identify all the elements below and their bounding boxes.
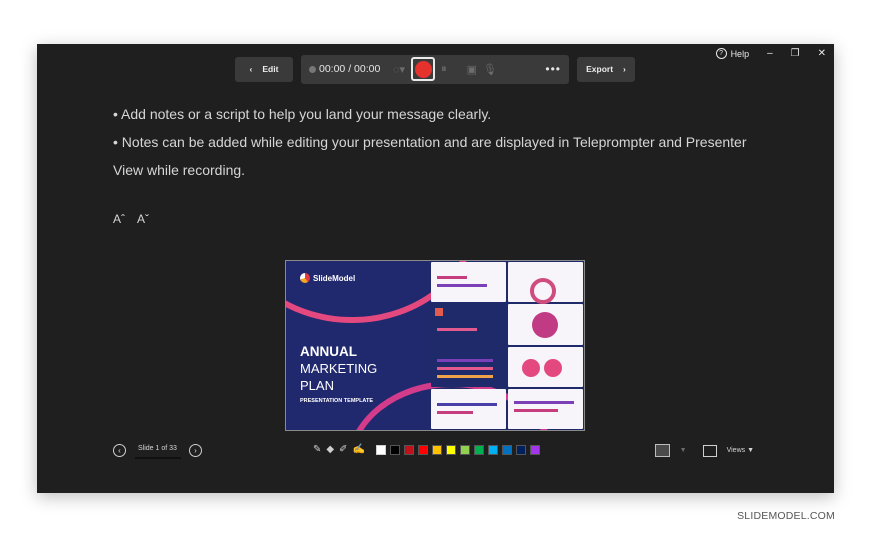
thumb-bar — [437, 284, 487, 287]
ink-color-swatch[interactable] — [403, 444, 414, 455]
eraser-icon[interactable]: ◆ — [326, 444, 334, 455]
font-size-controls: Aˆ Aˇ — [113, 212, 149, 226]
mic-off-icon[interactable]: 🎙 — [483, 63, 497, 76]
thumb-circle — [530, 278, 556, 304]
export-button[interactable]: Export › — [577, 56, 635, 82]
export-label: Export — [586, 64, 614, 74]
edit-label: Edit — [262, 64, 279, 74]
thumb-circle — [532, 312, 558, 339]
pause-icon[interactable]: ⏸ — [441, 63, 447, 76]
slide-counter-text: Slide 1 of 33 — [138, 445, 177, 452]
thumb-bar — [437, 358, 493, 362]
ink-color-swatch[interactable] — [473, 444, 484, 455]
notes-line: • Add notes or a script to help you land… — [113, 106, 492, 122]
timer: 00:00 / 00:00 — [309, 63, 387, 75]
ink-color-swatch[interactable] — [431, 444, 442, 455]
ink-color-swatch[interactable] — [389, 444, 400, 455]
logo-icon — [300, 273, 310, 283]
thumbnail — [508, 346, 583, 387]
thumb-bar — [514, 400, 574, 404]
slide-preview: SlideModel ANNUAL MARKETING PLAN PRESENT… — [285, 260, 585, 431]
thumb-bar — [514, 408, 558, 412]
pen-icon[interactable]: ✎ — [313, 444, 321, 455]
laser-pen-icon[interactable]: ✐ — [339, 444, 347, 455]
record-icon — [414, 60, 432, 78]
camera-icon[interactable] — [654, 444, 670, 457]
title-line: MARKETING — [300, 361, 378, 376]
slide-counter: Slide 1 of 33 — [135, 445, 181, 459]
record-controls: 00:00 / 00:00 ◌▾ ⏸ ▣ 🎙 ••• — [301, 54, 569, 84]
thumbnail — [431, 388, 506, 429]
ink-color-swatch[interactable] — [515, 444, 526, 455]
thumb-bar — [437, 410, 473, 414]
chevron-left-icon: ‹ — [249, 64, 253, 74]
ink-color-swatch[interactable] — [459, 444, 470, 455]
chevron-down-icon[interactable]: ▼ — [680, 447, 687, 454]
previous-slide-button[interactable]: ‹ — [113, 444, 126, 457]
slidemodel-logo: SlideModel — [300, 273, 355, 283]
thumb-badge — [435, 308, 443, 317]
brand-watermark: SLIDEMODEL.COM — [737, 510, 835, 522]
thumbnail — [508, 262, 583, 304]
title-line: ANNUAL — [300, 344, 357, 359]
title-line: PLAN — [300, 378, 334, 393]
logo-text: SlideModel — [313, 273, 356, 283]
chevron-right-icon: › — [623, 64, 626, 74]
help-button[interactable]: ? Help — [715, 48, 750, 59]
help-icon: ? — [715, 48, 727, 59]
ink-color-swatch[interactable] — [445, 444, 456, 455]
camera-off-icon[interactable]: ▣ — [467, 63, 477, 76]
recording-toolbar: ‹ Edit 00:00 / 00:00 ◌▾ ⏸ ▣ 🎙 ••• Export… — [235, 54, 635, 84]
ink-color-swatch[interactable] — [375, 444, 386, 455]
slide-navigation: ‹ Slide 1 of 33 › — [113, 444, 202, 459]
thumb-bar — [437, 328, 477, 332]
edit-button[interactable]: ‹ Edit — [235, 56, 293, 82]
ink-color-swatch[interactable] — [529, 444, 540, 455]
timer-value: 00:00 / 00:00 — [319, 63, 381, 75]
notes-line: • Notes can be added while editing your … — [113, 134, 747, 178]
ink-color-swatch[interactable] — [501, 444, 512, 455]
ink-color-palette — [375, 444, 540, 455]
notes-text: • Add notes or a script to help you land… — [113, 100, 763, 184]
progress-line — [135, 457, 181, 459]
close-button[interactable]: ✕ — [818, 48, 826, 59]
help-label: Help — [730, 48, 750, 59]
thumb-bar — [437, 366, 493, 370]
thumbnail — [508, 388, 583, 429]
slide-cover: SlideModel ANNUAL MARKETING PLAN PRESENT… — [286, 261, 558, 430]
view-controls: ▼ Views ▼ — [654, 444, 754, 457]
highlighter-icon[interactable]: ✍ — [352, 444, 364, 455]
ink-tools: ✎ ◆ ✐ ✍ — [313, 444, 540, 455]
more-icon[interactable]: ••• — [545, 62, 561, 76]
thumbnail — [508, 304, 583, 345]
thumb-bar — [437, 276, 467, 279]
views-icon[interactable] — [702, 444, 717, 457]
thumb-bar — [437, 402, 497, 406]
slide-title: ANNUAL MARKETING PLAN — [300, 343, 377, 394]
next-slide-button[interactable]: › — [188, 444, 202, 457]
status-dot-icon — [309, 65, 316, 73]
restore-button[interactable]: ❐ — [791, 48, 800, 59]
thumb-bar — [437, 374, 493, 378]
increase-font-button[interactable]: Aˆ — [113, 212, 125, 226]
window-controls: ? Help – ❐ ✕ — [715, 48, 826, 59]
ink-color-swatch[interactable] — [487, 444, 498, 455]
ink-color-swatch[interactable] — [417, 444, 428, 455]
minimize-button[interactable]: – — [767, 48, 773, 59]
thumbnail — [431, 304, 506, 345]
thumb-circle — [544, 358, 562, 377]
countdown-icon[interactable]: ◌▾ — [393, 63, 405, 76]
slide-thumbnails — [430, 261, 584, 430]
thumbnail — [431, 346, 506, 387]
record-button[interactable] — [411, 57, 436, 81]
thumb-circle — [522, 358, 540, 377]
slide-subtitle: PRESENTATION TEMPLATE — [300, 398, 374, 404]
recording-window: ? Help – ❐ ✕ ‹ Edit 00:00 / 00:00 ◌▾ ⏸ ▣… — [37, 44, 834, 493]
views-button[interactable]: Views ▼ — [727, 447, 754, 454]
decrease-font-button[interactable]: Aˇ — [137, 212, 149, 226]
thumbnail — [431, 262, 506, 303]
